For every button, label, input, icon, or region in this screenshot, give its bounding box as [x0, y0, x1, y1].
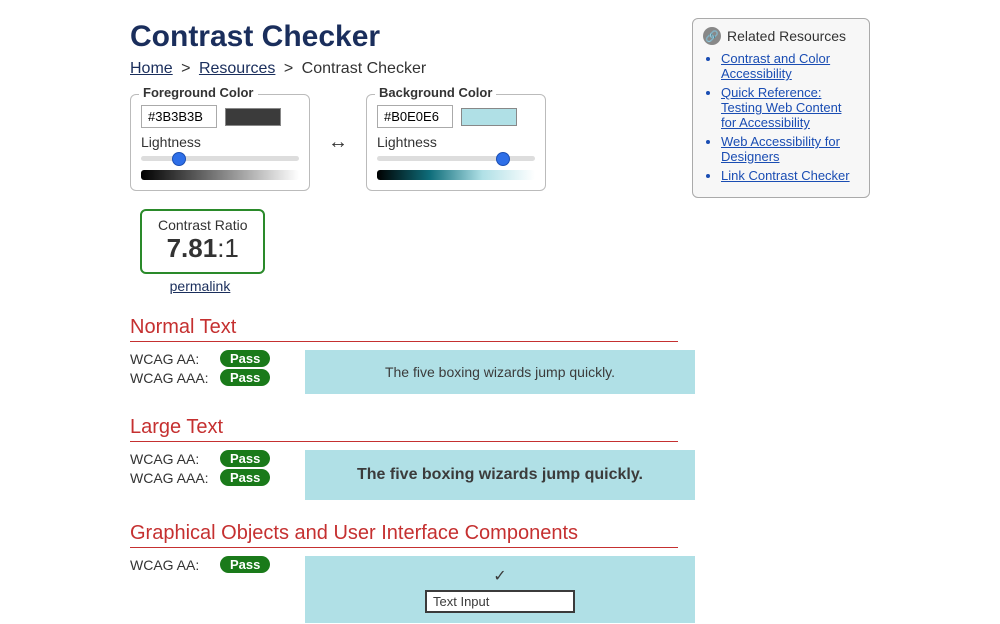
related-link-1[interactable]: Quick Reference: Testing Web Content for… [721, 85, 841, 130]
normal-aa-label: WCAG AA: [130, 351, 212, 367]
background-panel: Background Color Lightness [366, 94, 546, 191]
background-swatch[interactable] [461, 108, 517, 126]
check-icon: ✓ [315, 566, 685, 586]
foreground-lightness-slider[interactable] [141, 152, 299, 166]
breadcrumb-sep: > [284, 60, 293, 77]
foreground-lightness-label: Lightness [141, 134, 299, 150]
related-resources-title: Related Resources [727, 28, 846, 44]
large-text-sample[interactable]: The five boxing wizards jump quickly. [305, 450, 695, 500]
background-lightness-slider[interactable] [377, 152, 535, 166]
related-link-3[interactable]: Link Contrast Checker [721, 168, 850, 183]
permalink-link[interactable]: permalink [140, 278, 260, 294]
normal-aaa-label: WCAG AAA: [130, 370, 212, 386]
swap-colors-button[interactable]: ↔ [328, 131, 348, 154]
large-aa-badge: Pass [220, 450, 270, 467]
large-aaa-label: WCAG AAA: [130, 470, 212, 486]
ui-sample: ✓ [305, 556, 695, 623]
ui-aa-badge: Pass [220, 556, 270, 573]
contrast-ratio-value: 7.81:1 [158, 233, 247, 264]
section-normal-title: Normal Text [130, 316, 678, 342]
breadcrumb-home[interactable]: Home [130, 60, 173, 77]
breadcrumb-sep: > [181, 60, 190, 77]
foreground-panel: Foreground Color Lightness [130, 94, 310, 191]
contrast-ratio-box: Contrast Ratio 7.81:1 [140, 209, 265, 274]
large-aaa-badge: Pass [220, 469, 270, 486]
section-large-title: Large Text [130, 416, 678, 442]
foreground-hue-gradient[interactable] [141, 170, 299, 180]
related-link-0[interactable]: Contrast and Color Accessibility [721, 51, 830, 81]
normal-aaa-badge: Pass [220, 369, 270, 386]
background-lightness-label: Lightness [377, 134, 535, 150]
large-aa-label: WCAG AA: [130, 451, 212, 467]
breadcrumb-current: Contrast Checker [302, 60, 427, 77]
ui-aa-label: WCAG AA: [130, 557, 212, 573]
foreground-legend: Foreground Color [139, 85, 258, 100]
link-icon: 🔗 [703, 27, 721, 45]
normal-text-sample[interactable]: The five boxing wizards jump quickly. [305, 350, 695, 394]
breadcrumb-resources[interactable]: Resources [199, 60, 275, 77]
section-ui-title: Graphical Objects and User Interface Com… [130, 522, 678, 548]
foreground-swatch[interactable] [225, 108, 281, 126]
related-resources-panel: 🔗 Related Resources Contrast and Color A… [692, 18, 870, 198]
contrast-ratio-label: Contrast Ratio [158, 217, 247, 233]
related-link-2[interactable]: Web Accessibility for Designers [721, 134, 840, 164]
background-hex-input[interactable] [377, 105, 453, 128]
normal-aa-badge: Pass [220, 350, 270, 367]
sample-text-input[interactable] [425, 590, 575, 613]
foreground-hex-input[interactable] [141, 105, 217, 128]
background-hue-gradient[interactable] [377, 170, 535, 180]
background-legend: Background Color [375, 85, 496, 100]
